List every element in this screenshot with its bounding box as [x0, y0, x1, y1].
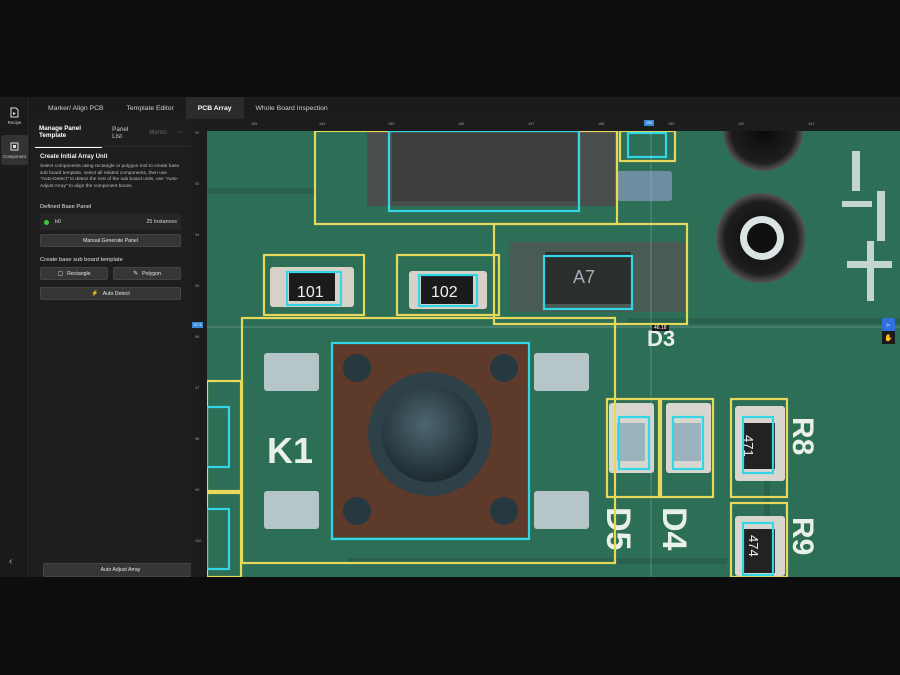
rail-item-recipe[interactable]: Recipe — [1, 101, 28, 131]
ruler-x-tick: 185 — [388, 122, 395, 126]
ruler-y-tick: 96 — [195, 335, 200, 339]
create-template-label: Create base sub board template — [40, 257, 123, 263]
ruler-y-tick: 93 — [195, 182, 200, 186]
panel-tabs: Manage Panel Template Panel List Memo ⋯ — [30, 117, 191, 148]
svg-text:R8: R8 — [786, 417, 819, 455]
cursor-readout: 46.18 — [652, 325, 669, 331]
svg-text:D4: D4 — [655, 507, 693, 551]
rail-item-label: Recipe — [7, 120, 22, 125]
top-tabs: Marker/ Align PCB Template Editor PCB Ar… — [30, 97, 900, 119]
canvas-tools: ▹ ✋ — [882, 318, 895, 344]
ruler-x-tick: 187 — [528, 122, 535, 126]
tab-template-editor[interactable]: Template Editor — [115, 97, 186, 119]
instructions: Select components using rectangle or pol… — [40, 164, 180, 189]
defined-base-label: Defined Base Panel — [40, 204, 92, 210]
svg-text:A7: A7 — [573, 267, 595, 287]
ruler-x-cursor: 190 — [644, 120, 655, 126]
collapse-chevron-icon[interactable]: ‹ — [9, 556, 12, 567]
auto-detect-label: Auto Detect — [102, 290, 130, 297]
pcb-image[interactable]: K1 D5 D4 R8 R9 D3 101 102 A7 471 474 — [205, 119, 900, 577]
side-panel: Manage Panel Template Panel List Memo ⋯ … — [30, 117, 198, 577]
polygon-label: Polygon — [142, 270, 161, 277]
recipe-icon — [9, 107, 20, 118]
tab-pcb-array[interactable]: PCB Array — [185, 97, 244, 119]
svg-text:R9: R9 — [786, 517, 819, 555]
ruler-vertical: 92 93 94 95 96 97 98 99 100 97.3 — [191, 119, 207, 577]
app-window: Recipe Component ‹ Marker/ Align PCB Tem… — [0, 97, 900, 577]
base-panel-row[interactable]: b0 25 Instances — [40, 214, 181, 230]
ruler-y-tick: 94 — [195, 233, 200, 237]
instance-count: 25 Instances — [146, 219, 177, 225]
ruler-x-tick: 184 — [319, 122, 326, 126]
auto-detect-button[interactable]: ⚡ Auto Detect — [40, 287, 181, 300]
panel-tab-memo[interactable]: Memo — [145, 121, 171, 144]
svg-text:102: 102 — [431, 284, 458, 301]
lightning-icon: ⚡ — [91, 291, 99, 297]
more-icon[interactable]: ⋯ — [177, 129, 183, 136]
rectangle-icon: ▢ — [57, 271, 64, 277]
rail-item-label: Component — [3, 154, 26, 159]
status-dot — [44, 219, 49, 225]
ruler-x-tick: 191 — [808, 122, 815, 126]
ruler-x-tick: 186 — [458, 122, 465, 126]
pointer-tool-icon[interactable]: ▹ — [882, 318, 895, 331]
svg-text:474: 474 — [746, 535, 761, 557]
component-icon — [9, 141, 20, 152]
manual-generate-button[interactable]: Manual Generate Panel — [40, 234, 181, 247]
tab-marker-align[interactable]: Marker/ Align PCB — [30, 97, 115, 119]
ruler-x-tick: 183 — [251, 122, 258, 126]
left-rail: Recipe Component ‹ — [0, 97, 29, 577]
pcb-canvas[interactable]: 183 184 185 186 187 188 189 190 191 190 … — [191, 119, 900, 577]
ruler-y-tick: 97 — [195, 386, 200, 390]
svg-text:101: 101 — [297, 284, 324, 301]
panel-tab-manage-template[interactable]: Manage Panel Template — [35, 117, 103, 148]
rectangle-button[interactable]: ▢ Rectangle — [40, 267, 108, 280]
tab-whole-board[interactable]: Whole Board Inspection — [244, 97, 340, 119]
ruler-horizontal: 183 184 185 186 187 188 189 190 191 190 — [191, 119, 900, 131]
ruler-x-tick: 189 — [668, 122, 675, 126]
ruler-x-tick: 190 — [738, 122, 745, 126]
ruler-y-tick: 99 — [195, 488, 200, 492]
polygon-button[interactable]: ✎ Polygon — [113, 267, 181, 280]
section-title: Create Initial Array Unit — [40, 153, 108, 160]
ruler-y-tick: 98 — [195, 437, 200, 441]
auto-adjust-array-button[interactable]: Auto Adjust Array — [43, 563, 198, 577]
ruler-y-tick: 95 — [195, 284, 200, 288]
ruler-y-tick: 92 — [195, 131, 200, 135]
panel-tab-panel-list[interactable]: Panel List — [108, 118, 139, 148]
rectangle-label: Rectangle — [67, 270, 91, 277]
rail-item-component[interactable]: Component — [1, 135, 28, 165]
ruler-y-cursor: 97.3 — [192, 322, 204, 328]
ruler-y-tick: 100 — [195, 539, 202, 543]
base-panel-name: b0 — [55, 219, 61, 225]
pan-hand-icon[interactable]: ✋ — [882, 331, 895, 344]
svg-text:D5: D5 — [599, 507, 637, 550]
ruler-x-tick: 188 — [598, 122, 605, 126]
svg-text:K1: K1 — [267, 430, 313, 471]
polygon-icon: ✎ — [133, 271, 139, 277]
